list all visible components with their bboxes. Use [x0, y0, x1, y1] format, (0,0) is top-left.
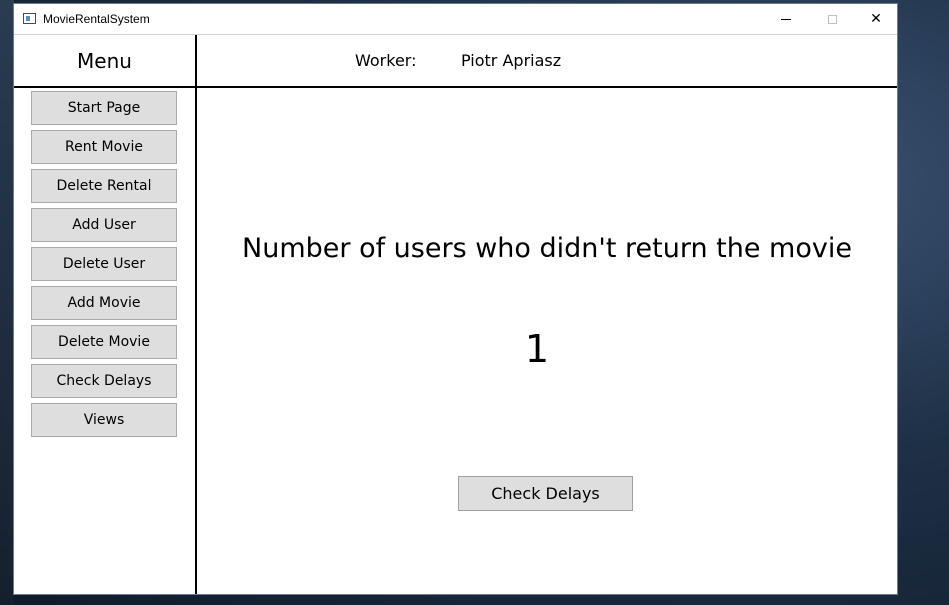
start-page-button[interactable]: Start Page: [31, 91, 177, 125]
minimize-icon: [781, 18, 791, 20]
delete-movie-button[interactable]: Delete Movie: [31, 325, 177, 359]
menu-header: Menu: [14, 35, 197, 88]
delayed-users-count: 1: [524, 327, 550, 371]
maximize-button[interactable]: [809, 4, 855, 34]
delete-user-button[interactable]: Delete User: [31, 247, 177, 281]
check-delays-menu-button[interactable]: Check Delays: [31, 364, 177, 398]
app-window: MovieRentalSystem ✕ Menu Worker: Piotr A…: [13, 3, 898, 595]
close-icon: ✕: [870, 11, 882, 27]
worker-label: Worker:: [355, 51, 417, 70]
app-content: Menu Worker: Piotr Apriasz Start Page Re…: [14, 35, 897, 594]
title-bar[interactable]: MovieRentalSystem ✕: [14, 4, 897, 35]
close-button[interactable]: ✕: [853, 4, 899, 34]
desktop-background: [0, 0, 14, 605]
views-button[interactable]: Views: [31, 403, 177, 437]
rent-movie-button[interactable]: Rent Movie: [31, 130, 177, 164]
window-title: MovieRentalSystem: [43, 12, 150, 26]
maximize-icon: [827, 14, 837, 24]
app-icon: [23, 13, 36, 24]
check-delays-button[interactable]: Check Delays: [458, 476, 633, 511]
add-movie-button[interactable]: Add Movie: [31, 286, 177, 320]
delete-rental-button[interactable]: Delete Rental: [31, 169, 177, 203]
add-user-button[interactable]: Add User: [31, 208, 177, 242]
page-title: Number of users who didn't return the mo…: [242, 233, 852, 264]
worker-header: Worker: Piotr Apriasz: [197, 35, 897, 88]
sidebar-menu: Start Page Rent Movie Delete Rental Add …: [14, 88, 197, 594]
worker-name: Piotr Apriasz: [461, 51, 562, 70]
minimize-button[interactable]: [763, 4, 809, 34]
